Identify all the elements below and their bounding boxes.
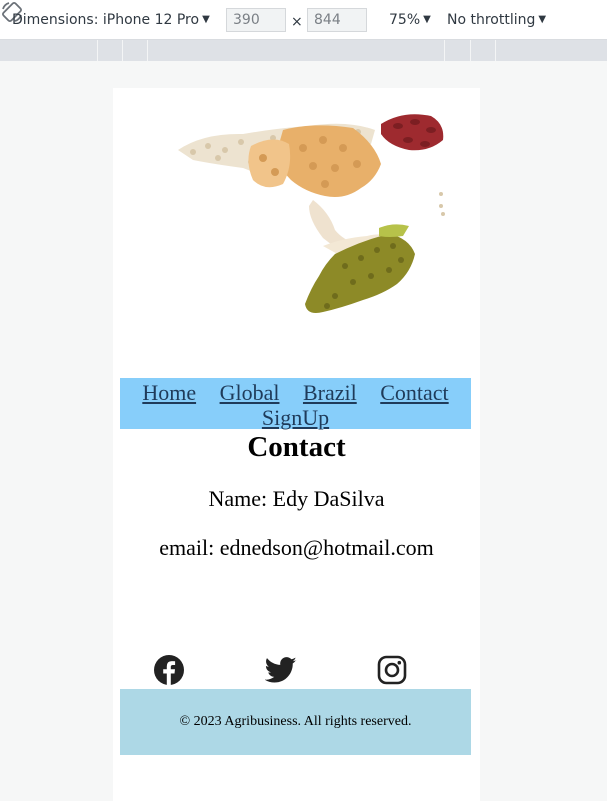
dropdown-caret-icon: ▼ [202,14,210,25]
footer-copyright: © 2023 Agribusiness. All rights reserved… [179,714,412,729]
dropdown-caret-icon: ▼ [538,14,547,25]
device-label: Dimensions: iPhone 12 Pro [12,12,200,28]
throttle-selector[interactable]: No throttling ▼ [447,12,546,28]
ruler-tick [444,40,445,61]
twitter-icon[interactable] [264,654,297,686]
times-sign: × [291,14,303,30]
height-input[interactable]: 844 [307,8,367,32]
devtools-toolbar: Dimensions: iPhone 12 Pro ▼ 390 × 844 75%… [0,0,607,40]
nav-link-global[interactable]: Global [220,380,280,405]
zoom-label: 75% [389,12,421,28]
nav-link-contact[interactable]: Contact [380,380,448,405]
ruler-tick [495,40,496,61]
ruler-tick [97,40,98,61]
nav-row: Home Global Brazil Contact [120,378,471,405]
instagram-icon[interactable] [376,654,408,686]
ruler-tick [147,40,148,61]
hero-image [113,88,480,378]
facebook-icon[interactable] [153,654,185,686]
page-footer: © 2023 Agribusiness. All rights reserved… [120,689,471,755]
main-nav: Home Global Brazil Contact SignUp [120,378,471,430]
nav-link-brazil[interactable]: Brazil [303,380,357,405]
width-input[interactable]: 390 [226,8,286,32]
throttle-label: No throttling [447,12,536,28]
contact-email: email: ednedson@hotmail.com [159,535,434,560]
device-selector[interactable]: Dimensions: iPhone 12 Pro ▼ [12,12,210,28]
zoom-selector[interactable]: 75% ▼ [389,12,431,28]
nav-link-home[interactable]: Home [142,380,196,405]
contact-name: Name: Edy DaSilva [208,486,385,511]
media-query-bar[interactable] [0,40,607,61]
dropdown-caret-icon: ▼ [423,14,431,25]
device-viewport: Home Global Brazil Contact SignUp Contac… [113,88,480,801]
page-title: Contact [247,431,346,463]
ruler-tick [470,40,471,61]
ruler-tick [122,40,123,61]
